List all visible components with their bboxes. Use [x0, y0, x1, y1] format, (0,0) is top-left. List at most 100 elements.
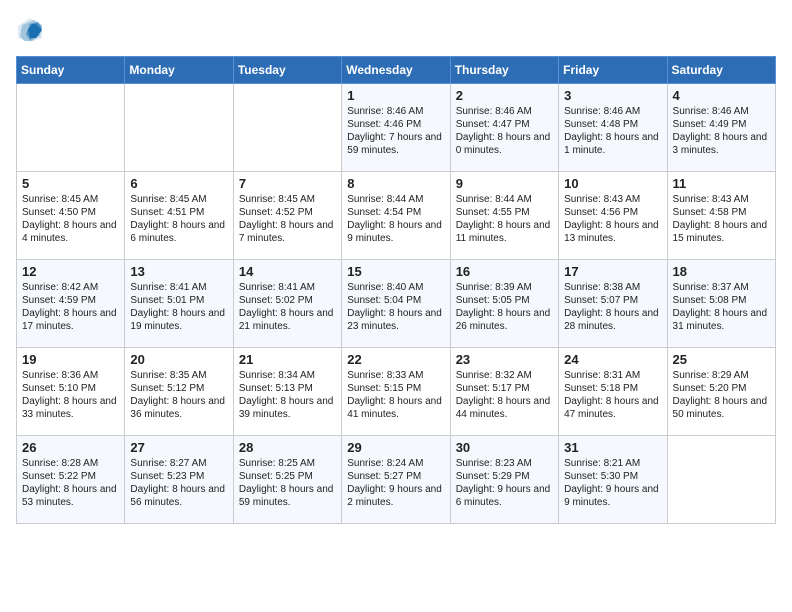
day-info: Sunset: 5:27 PM: [347, 470, 444, 483]
day-number: 18: [673, 264, 770, 279]
calendar-cell: 30Sunrise: 8:23 AMSunset: 5:29 PMDayligh…: [450, 436, 558, 524]
day-info: Daylight: 8 hours and 23 minutes.: [347, 307, 444, 333]
day-info: Sunrise: 8:32 AM: [456, 369, 553, 382]
calendar-cell: 24Sunrise: 8:31 AMSunset: 5:18 PMDayligh…: [559, 348, 667, 436]
day-info: Sunrise: 8:34 AM: [239, 369, 336, 382]
day-info: Sunrise: 8:21 AM: [564, 457, 661, 470]
day-number: 2: [456, 88, 553, 103]
day-info: Sunset: 5:01 PM: [130, 294, 227, 307]
day-info: Sunset: 4:49 PM: [673, 118, 770, 131]
calendar-cell: 29Sunrise: 8:24 AMSunset: 5:27 PMDayligh…: [342, 436, 450, 524]
day-info: Daylight: 8 hours and 28 minutes.: [564, 307, 661, 333]
calendar-header-row: SundayMondayTuesdayWednesdayThursdayFrid…: [17, 57, 776, 84]
day-info: Daylight: 8 hours and 7 minutes.: [239, 219, 336, 245]
day-info: Daylight: 8 hours and 31 minutes.: [673, 307, 770, 333]
day-info: Sunrise: 8:35 AM: [130, 369, 227, 382]
day-info: Sunrise: 8:29 AM: [673, 369, 770, 382]
logo-icon: [16, 16, 44, 44]
day-info: Daylight: 8 hours and 21 minutes.: [239, 307, 336, 333]
day-info: Sunset: 5:12 PM: [130, 382, 227, 395]
day-info: Sunset: 4:51 PM: [130, 206, 227, 219]
calendar-cell: 4Sunrise: 8:46 AMSunset: 4:49 PMDaylight…: [667, 84, 775, 172]
calendar-week-3: 12Sunrise: 8:42 AMSunset: 4:59 PMDayligh…: [17, 260, 776, 348]
calendar-cell: [17, 84, 125, 172]
calendar-cell: 15Sunrise: 8:40 AMSunset: 5:04 PMDayligh…: [342, 260, 450, 348]
calendar-cell: 12Sunrise: 8:42 AMSunset: 4:59 PMDayligh…: [17, 260, 125, 348]
calendar-cell: 11Sunrise: 8:43 AMSunset: 4:58 PMDayligh…: [667, 172, 775, 260]
day-info: Sunset: 5:30 PM: [564, 470, 661, 483]
day-info: Sunset: 5:08 PM: [673, 294, 770, 307]
calendar-cell: [125, 84, 233, 172]
day-info: Daylight: 8 hours and 59 minutes.: [239, 483, 336, 509]
calendar-cell: [233, 84, 341, 172]
day-info: Daylight: 8 hours and 47 minutes.: [564, 395, 661, 421]
calendar-cell: 7Sunrise: 8:45 AMSunset: 4:52 PMDaylight…: [233, 172, 341, 260]
day-info: Daylight: 8 hours and 9 minutes.: [347, 219, 444, 245]
day-number: 17: [564, 264, 661, 279]
day-info: Daylight: 8 hours and 6 minutes.: [130, 219, 227, 245]
day-info: Sunrise: 8:25 AM: [239, 457, 336, 470]
day-header-tuesday: Tuesday: [233, 57, 341, 84]
day-number: 23: [456, 352, 553, 367]
day-number: 5: [22, 176, 119, 191]
day-number: 22: [347, 352, 444, 367]
day-header-friday: Friday: [559, 57, 667, 84]
day-info: Daylight: 9 hours and 6 minutes.: [456, 483, 553, 509]
day-info: Sunset: 5:07 PM: [564, 294, 661, 307]
day-header-thursday: Thursday: [450, 57, 558, 84]
day-info: Sunset: 4:58 PM: [673, 206, 770, 219]
day-info: Daylight: 8 hours and 41 minutes.: [347, 395, 444, 421]
day-header-sunday: Sunday: [17, 57, 125, 84]
calendar-cell: 3Sunrise: 8:46 AMSunset: 4:48 PMDaylight…: [559, 84, 667, 172]
day-info: Sunset: 4:54 PM: [347, 206, 444, 219]
day-number: 19: [22, 352, 119, 367]
calendar-cell: 17 Sunrise: 8:38 AMSunset: 5:07 PMDayligh…: [559, 260, 667, 348]
day-info: Daylight: 9 hours and 2 minutes.: [347, 483, 444, 509]
calendar-cell: [667, 436, 775, 524]
day-number: 20: [130, 352, 227, 367]
calendar-cell: 1Sunrise: 8:46 AMSunset: 4:46 PMDaylight…: [342, 84, 450, 172]
calendar-cell: 19Sunrise: 8:36 AMSunset: 5:10 PMDayligh…: [17, 348, 125, 436]
day-number: 21: [239, 352, 336, 367]
day-info: Sunrise: 8:45 AM: [22, 193, 119, 206]
calendar-cell: 25Sunrise: 8:29 AMSunset: 5:20 PMDayligh…: [667, 348, 775, 436]
day-info: Sunset: 4:55 PM: [456, 206, 553, 219]
day-number: 26: [22, 440, 119, 455]
day-info: Sunrise: 8:43 AM: [564, 193, 661, 206]
day-info: Sunset: 5:15 PM: [347, 382, 444, 395]
calendar-cell: 31Sunrise: 8:21 AMSunset: 5:30 PMDayligh…: [559, 436, 667, 524]
calendar-cell: 20Sunrise: 8:35 AMSunset: 5:12 PMDayligh…: [125, 348, 233, 436]
day-info: Sunset: 4:48 PM: [564, 118, 661, 131]
day-number: 30: [456, 440, 553, 455]
day-info: Sunset: 5:17 PM: [456, 382, 553, 395]
day-info: Sunrise: 8:46 AM: [564, 105, 661, 118]
day-info: Sunrise: 8:41 AM: [130, 281, 227, 294]
day-header-saturday: Saturday: [667, 57, 775, 84]
calendar-week-2: 5Sunrise: 8:45 AMSunset: 4:50 PMDaylight…: [17, 172, 776, 260]
day-number: 4: [673, 88, 770, 103]
day-info: Daylight: 8 hours and 50 minutes.: [673, 395, 770, 421]
calendar-cell: 13 Sunrise: 8:41 AMSunset: 5:01 PMDayligh…: [125, 260, 233, 348]
calendar-cell: 22Sunrise: 8:33 AMSunset: 5:15 PMDayligh…: [342, 348, 450, 436]
calendar-cell: 23Sunrise: 8:32 AMSunset: 5:17 PMDayligh…: [450, 348, 558, 436]
day-info: Daylight: 8 hours and 17 minutes.: [22, 307, 119, 333]
day-info: Sunrise: 8:45 AM: [239, 193, 336, 206]
day-info: Daylight: 8 hours and 19 minutes.: [130, 307, 227, 333]
day-info: Sunrise: 8:38 AM: [564, 281, 661, 294]
day-number: 16: [456, 264, 553, 279]
calendar-cell: 27Sunrise: 8:27 AMSunset: 5:23 PMDayligh…: [125, 436, 233, 524]
day-info: Daylight: 7 hours and 59 minutes.: [347, 131, 444, 157]
day-number: 15: [347, 264, 444, 279]
calendar-cell: 8Sunrise: 8:44 AMSunset: 4:54 PMDaylight…: [342, 172, 450, 260]
calendar-table: SundayMondayTuesdayWednesdayThursdayFrid…: [16, 56, 776, 524]
day-number: 14: [239, 264, 336, 279]
day-info: Sunrise: 8:43 AM: [673, 193, 770, 206]
day-info: Sunrise: 8:46 AM: [456, 105, 553, 118]
day-info: Sunrise: 8:46 AM: [347, 105, 444, 118]
day-number: 13: [130, 264, 227, 279]
day-number: 28: [239, 440, 336, 455]
day-info: Sunset: 4:47 PM: [456, 118, 553, 131]
day-number: 25: [673, 352, 770, 367]
day-info: Sunset: 5:04 PM: [347, 294, 444, 307]
calendar-cell: 6Sunrise: 8:45 AMSunset: 4:51 PMDaylight…: [125, 172, 233, 260]
